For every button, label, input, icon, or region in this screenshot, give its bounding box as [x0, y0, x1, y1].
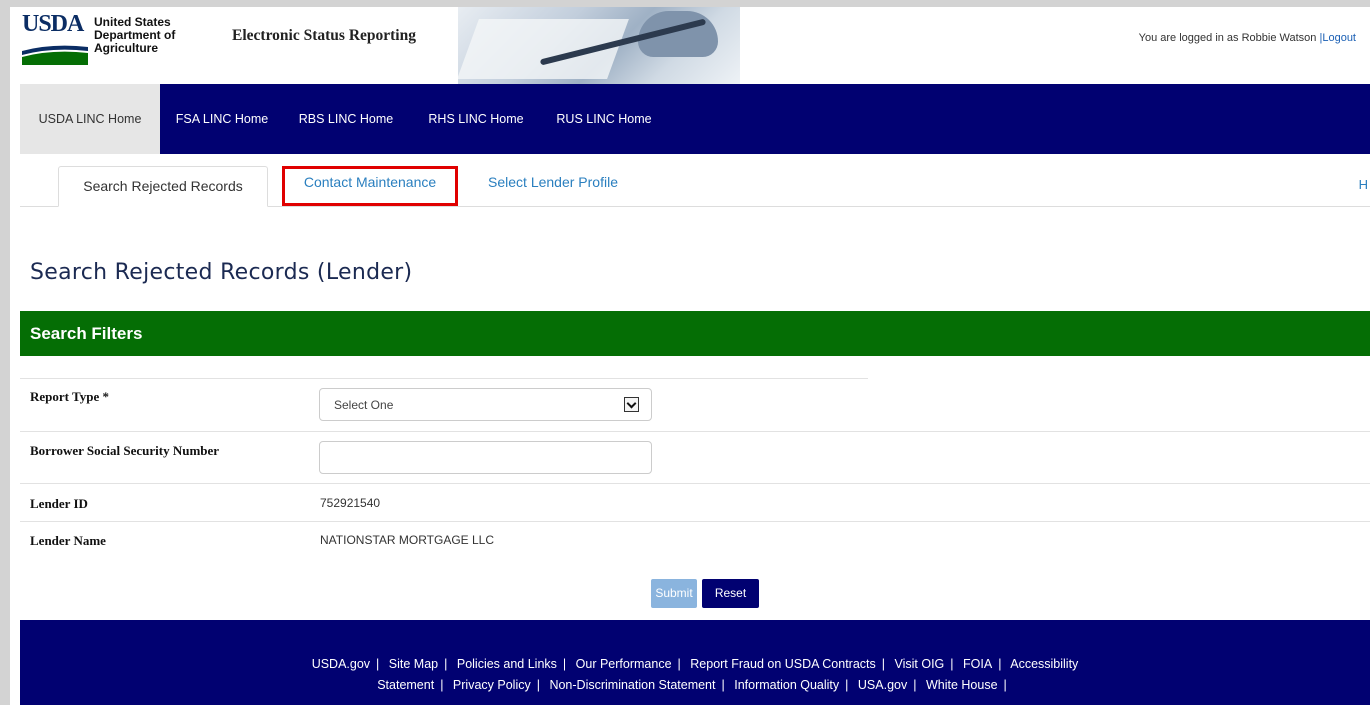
nav-rbs-linc-home[interactable]: RBS LINC Home	[290, 84, 402, 154]
agency-line-3: Agriculture	[94, 41, 159, 55]
ssn-label: Borrower Social Security Number	[30, 443, 220, 458]
logout-link[interactable]: |Logout	[1319, 32, 1356, 44]
contact-maintenance-highlight	[282, 166, 458, 206]
footer-link-our-performance[interactable]: Our Performance	[576, 657, 672, 671]
footer-link-usda-gov[interactable]: USDA.gov	[312, 657, 370, 671]
lender-id-label: Lender ID	[30, 496, 88, 511]
report-type-selected: Select One	[334, 398, 394, 412]
header-banner-image	[458, 7, 740, 84]
footer-link-foia[interactable]: FOIA	[963, 657, 992, 671]
report-type-label: Report Type *	[30, 389, 109, 404]
divider	[20, 483, 1370, 484]
footer-link-site-map[interactable]: Site Map	[389, 657, 438, 671]
usda-logo-text: USDA	[22, 11, 84, 37]
footer-link-privacy-policy[interactable]: Privacy Policy	[453, 678, 531, 692]
divider	[20, 378, 868, 379]
footer-link-accessibility[interactable]: Accessibility	[1010, 657, 1078, 671]
usda-logo[interactable]: USDA	[22, 11, 102, 69]
main-nav: USDA LINC Home FSA LINC Home RBS LINC Ho…	[20, 84, 1370, 154]
footer-link-visit-oig[interactable]: Visit OIG	[895, 657, 945, 671]
lender-name-value: NATIONSTAR MORTGAGE LLC	[320, 533, 495, 547]
ssn-input[interactable]	[319, 441, 652, 474]
page: USDA United States Department of Agricul…	[10, 7, 1370, 705]
nav-usda-linc-home[interactable]: USDA LINC Home	[20, 84, 160, 154]
usda-swoosh-icon	[22, 45, 88, 65]
reset-button[interactable]: Reset	[702, 579, 759, 608]
footer-links-line-1: USDA.gov | Site Map | Policies and Links | …	[311, 657, 1079, 671]
login-info: You are logged in as Robbie Watson |Logo…	[1139, 32, 1356, 44]
footer-link-accessibility-statement[interactable]: Statement	[377, 678, 434, 692]
page-title: Search Rejected Records (Lender)	[30, 260, 413, 285]
search-filters-header: Search Filters	[20, 311, 1370, 356]
report-type-select[interactable]: Select One	[319, 388, 652, 421]
footer-link-non-discrimination[interactable]: Non-Discrimination Statement	[549, 678, 715, 692]
site-footer: USDA.gov | Site Map | Policies and Links | …	[20, 620, 1370, 705]
tab-select-lender-profile[interactable]: Select Lender Profile	[468, 166, 638, 205]
nav-rus-linc-home[interactable]: RUS LINC Home	[548, 84, 660, 154]
footer-link-usa-gov[interactable]: USA.gov	[858, 678, 907, 692]
site-header: USDA United States Department of Agricul…	[10, 7, 1370, 84]
submit-button[interactable]: Submit	[651, 579, 697, 608]
tab-search-rejected-records[interactable]: Search Rejected Records	[58, 166, 268, 207]
sub-tabs: Search Rejected Records Contact Maintena…	[20, 154, 1370, 207]
footer-link-information-quality[interactable]: Information Quality	[734, 678, 839, 692]
footer-links-line-2: Statement | Privacy Policy | Non-Discrimin…	[377, 678, 1007, 692]
nav-fsa-linc-home[interactable]: FSA LINC Home	[166, 84, 278, 154]
nav-rhs-linc-home[interactable]: RHS LINC Home	[420, 84, 532, 154]
app-title: Electronic Status Reporting	[232, 27, 416, 44]
lender-id-value: 752921540	[320, 496, 381, 510]
agency-name: United States Department of Agriculture	[94, 16, 175, 55]
help-link[interactable]: H	[1359, 177, 1368, 192]
footer-link-white-house[interactable]: White House	[926, 678, 998, 692]
footer-link-report-fraud[interactable]: Report Fraud on USDA Contracts	[690, 657, 876, 671]
divider	[20, 431, 1370, 432]
chevron-down-icon[interactable]	[624, 397, 639, 412]
divider	[20, 521, 1370, 522]
lender-name-label: Lender Name	[30, 533, 106, 548]
footer-link-policies-and-links[interactable]: Policies and Links	[457, 657, 557, 671]
login-text: You are logged in as Robbie Watson	[1138, 32, 1317, 44]
